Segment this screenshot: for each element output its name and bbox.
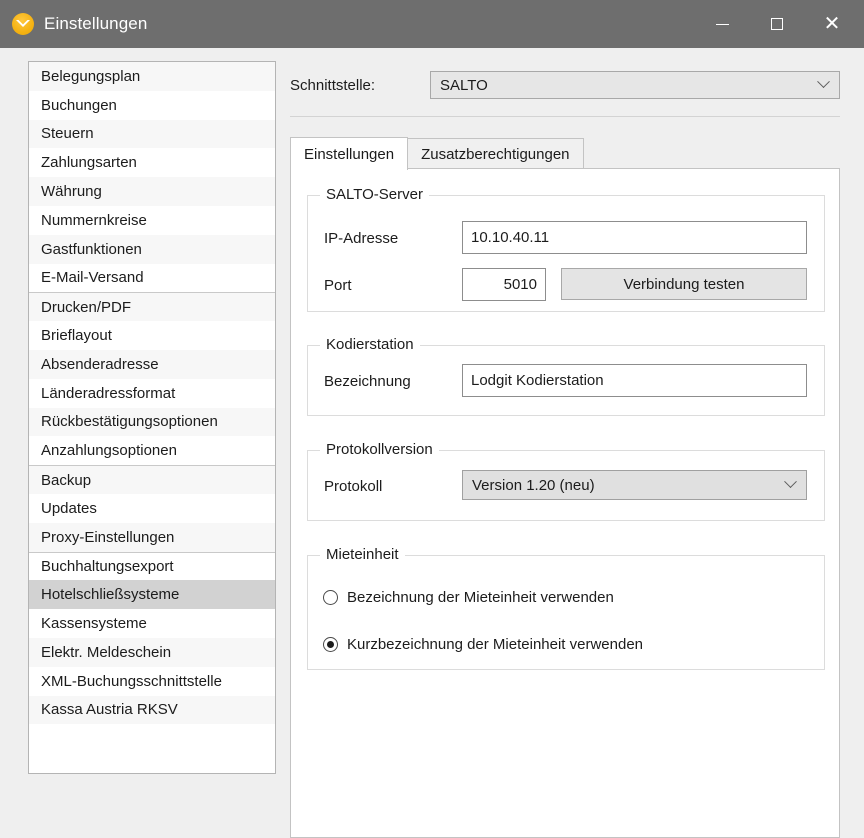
sidebar-item-label: Belegungsplan: [41, 67, 141, 85]
interface-select[interactable]: SALTO: [430, 71, 840, 99]
sidebar-item-label: XML-Buchungsschnittstelle: [41, 672, 222, 690]
lodgit-bird-icon: [12, 13, 34, 35]
close-button[interactable]: ✕: [809, 0, 855, 48]
sidebar-item[interactable]: Elektr. Meldeschein: [29, 637, 275, 667]
window-title: Einstellungen: [44, 14, 148, 33]
sidebar-item[interactable]: Kassa Austria RKSV: [29, 695, 275, 725]
sidebar-item-label: Absenderadresse: [41, 355, 159, 373]
sidebar-item-label: Anzahlungsoptionen: [41, 442, 177, 460]
sidebar-item-label: Brieflayout: [41, 327, 112, 345]
group-protokollversion-legend: Protokollversion: [320, 441, 439, 458]
maximize-button[interactable]: [754, 0, 800, 48]
protocol-label: Protokoll: [324, 478, 383, 495]
sidebar-item[interactable]: XML-Buchungsschnittstelle: [29, 666, 275, 696]
tab-label: Zusatzberechtigungen: [421, 145, 570, 163]
minimize-icon: [715, 23, 729, 25]
group-kodierstation-legend: Kodierstation: [320, 336, 420, 353]
sidebar-item[interactable]: Kassensysteme: [29, 609, 275, 638]
sidebar-item-label: Währung: [41, 183, 102, 201]
sidebar-item[interactable]: Rückbestätigungsoptionen: [29, 407, 275, 437]
tab-label: Einstellungen: [304, 145, 395, 163]
ip-address-input[interactable]: 10.10.40.11: [462, 221, 807, 254]
sidebar-item[interactable]: Backup: [29, 465, 275, 494]
settings-category-list[interactable]: Belegungsplan Buchungen Steuern Zahlungsart…: [28, 61, 276, 774]
sidebar-item[interactable]: Anzahlungsoptionen: [29, 436, 275, 466]
sidebar-item-label: E-Mail-Versand: [41, 269, 144, 287]
sidebar-item-label: Nummernkreise: [41, 211, 147, 229]
group-kodierstation: Kodierstation Bezeichnung Lodgit Kodiers…: [307, 336, 825, 416]
radio-label: Bezeichnung der Mieteinheit verwenden: [347, 589, 614, 606]
group-salto-server-legend: SALTO-Server: [320, 186, 429, 203]
ip-address-label: IP-Adresse: [324, 230, 399, 247]
group-salto-server: SALTO-Server IP-Adresse 10.10.40.11 Port…: [307, 186, 825, 312]
sidebar-item[interactable]: Updates: [29, 493, 275, 523]
maximize-icon: [771, 18, 783, 30]
sidebar-item[interactable]: Nummernkreise: [29, 205, 275, 235]
radio-indicator: [323, 637, 338, 652]
sidebar-item-label: Backup: [41, 471, 92, 489]
sidebar-item[interactable]: Absenderadresse: [29, 349, 275, 379]
minimize-button[interactable]: [699, 0, 745, 48]
sidebar-item[interactable]: Buchhaltungsexport: [29, 551, 275, 581]
tab-strip[interactable]: Einstellungen Zusatzberechtigungen: [290, 137, 840, 170]
close-icon: ✕: [823, 13, 841, 35]
sidebar-item[interactable]: Währung: [29, 177, 275, 206]
settings-detail-pane: Schnittstelle: SALTO Einstellungen Zusatz…: [290, 61, 840, 838]
tab[interactable]: Zusatzberechtigungen: [407, 138, 584, 169]
sidebar-item-label: Länderadressformat: [41, 384, 176, 402]
port-label: Port: [324, 277, 352, 294]
sidebar-item-label: Rückbestätigungsoptionen: [41, 413, 218, 431]
sidebar-item-label: Drucken/PDF: [41, 298, 132, 316]
radio-indicator: [323, 590, 338, 605]
sidebar-item[interactable]: Buchungen: [29, 90, 275, 120]
sidebar-item-label: Proxy-Einstellungen: [41, 528, 175, 546]
group-protokollversion: Protokollversion Protokoll Version 1.20 …: [307, 441, 825, 521]
chevron-down-icon: [784, 475, 797, 489]
group-mieteinheit-legend: Mieteinheit: [320, 546, 405, 563]
header-divider: [290, 116, 840, 117]
sidebar-item[interactable]: Proxy-Einstellungen: [29, 522, 275, 552]
tab-panel-einstellungen: SALTO-Server IP-Adresse 10.10.40.11 Port…: [290, 168, 840, 838]
group-mieteinheit: Mieteinheit Bezeichnung der Mieteinheit …: [307, 546, 825, 670]
protocol-select[interactable]: Version 1.20 (neu): [462, 470, 807, 500]
interface-selected-value: SALTO: [440, 76, 488, 94]
interface-row: Schnittstelle: SALTO: [290, 61, 840, 109]
sidebar-item-label: Kassa Austria RKSV: [41, 701, 178, 719]
sidebar-item[interactable]: Hotelschließsysteme: [29, 580, 275, 610]
interface-label: Schnittstelle:: [290, 76, 376, 94]
sidebar-item[interactable]: Drucken/PDF: [29, 292, 275, 322]
station-name-label: Bezeichnung: [324, 373, 411, 390]
sidebar-item-label: Kassensysteme: [41, 615, 147, 633]
radio-use-unit-name[interactable]: Bezeichnung der Mieteinheit verwenden: [323, 589, 614, 606]
chevron-down-icon: [817, 75, 830, 89]
port-input[interactable]: 5010: [462, 268, 546, 301]
title-bar: Einstellungen ✕: [0, 0, 864, 48]
sidebar-item-label: Buchhaltungsexport: [41, 557, 174, 575]
sidebar-item-label: Zahlungsarten: [41, 154, 137, 172]
window-body: Belegungsplan Buchungen Steuern Zahlungsart…: [0, 48, 864, 838]
sidebar-item-label: Steuern: [41, 125, 94, 143]
radio-label: Kurzbezeichnung der Mieteinheit verwende…: [347, 636, 644, 653]
sidebar-item[interactable]: Brieflayout: [29, 321, 275, 350]
test-connection-button[interactable]: Verbindung testen: [561, 268, 807, 300]
sidebar-item[interactable]: Zahlungsarten: [29, 148, 275, 178]
tab[interactable]: Einstellungen: [290, 137, 409, 170]
radio-use-unit-shortname[interactable]: Kurzbezeichnung der Mieteinheit verwende…: [323, 636, 643, 653]
station-name-input[interactable]: Lodgit Kodierstation: [462, 364, 807, 397]
sidebar-item[interactable]: Steuern: [29, 119, 275, 149]
sidebar-item[interactable]: Gastfunktionen: [29, 234, 275, 264]
sidebar-item[interactable]: Belegungsplan: [29, 62, 275, 91]
sidebar-item-label: Elektr. Meldeschein: [41, 643, 172, 661]
sidebar-item-label: Buchungen: [41, 96, 117, 114]
protocol-selected-value: Version 1.20 (neu): [472, 476, 595, 494]
sidebar-item-label: Gastfunktionen: [41, 240, 142, 258]
sidebar-item-label: Hotelschließsysteme: [41, 586, 180, 604]
sidebar-item[interactable]: Länderadressformat: [29, 378, 275, 408]
sidebar-item[interactable]: E-Mail-Versand: [29, 263, 275, 293]
sidebar-item-label: Updates: [41, 499, 97, 517]
